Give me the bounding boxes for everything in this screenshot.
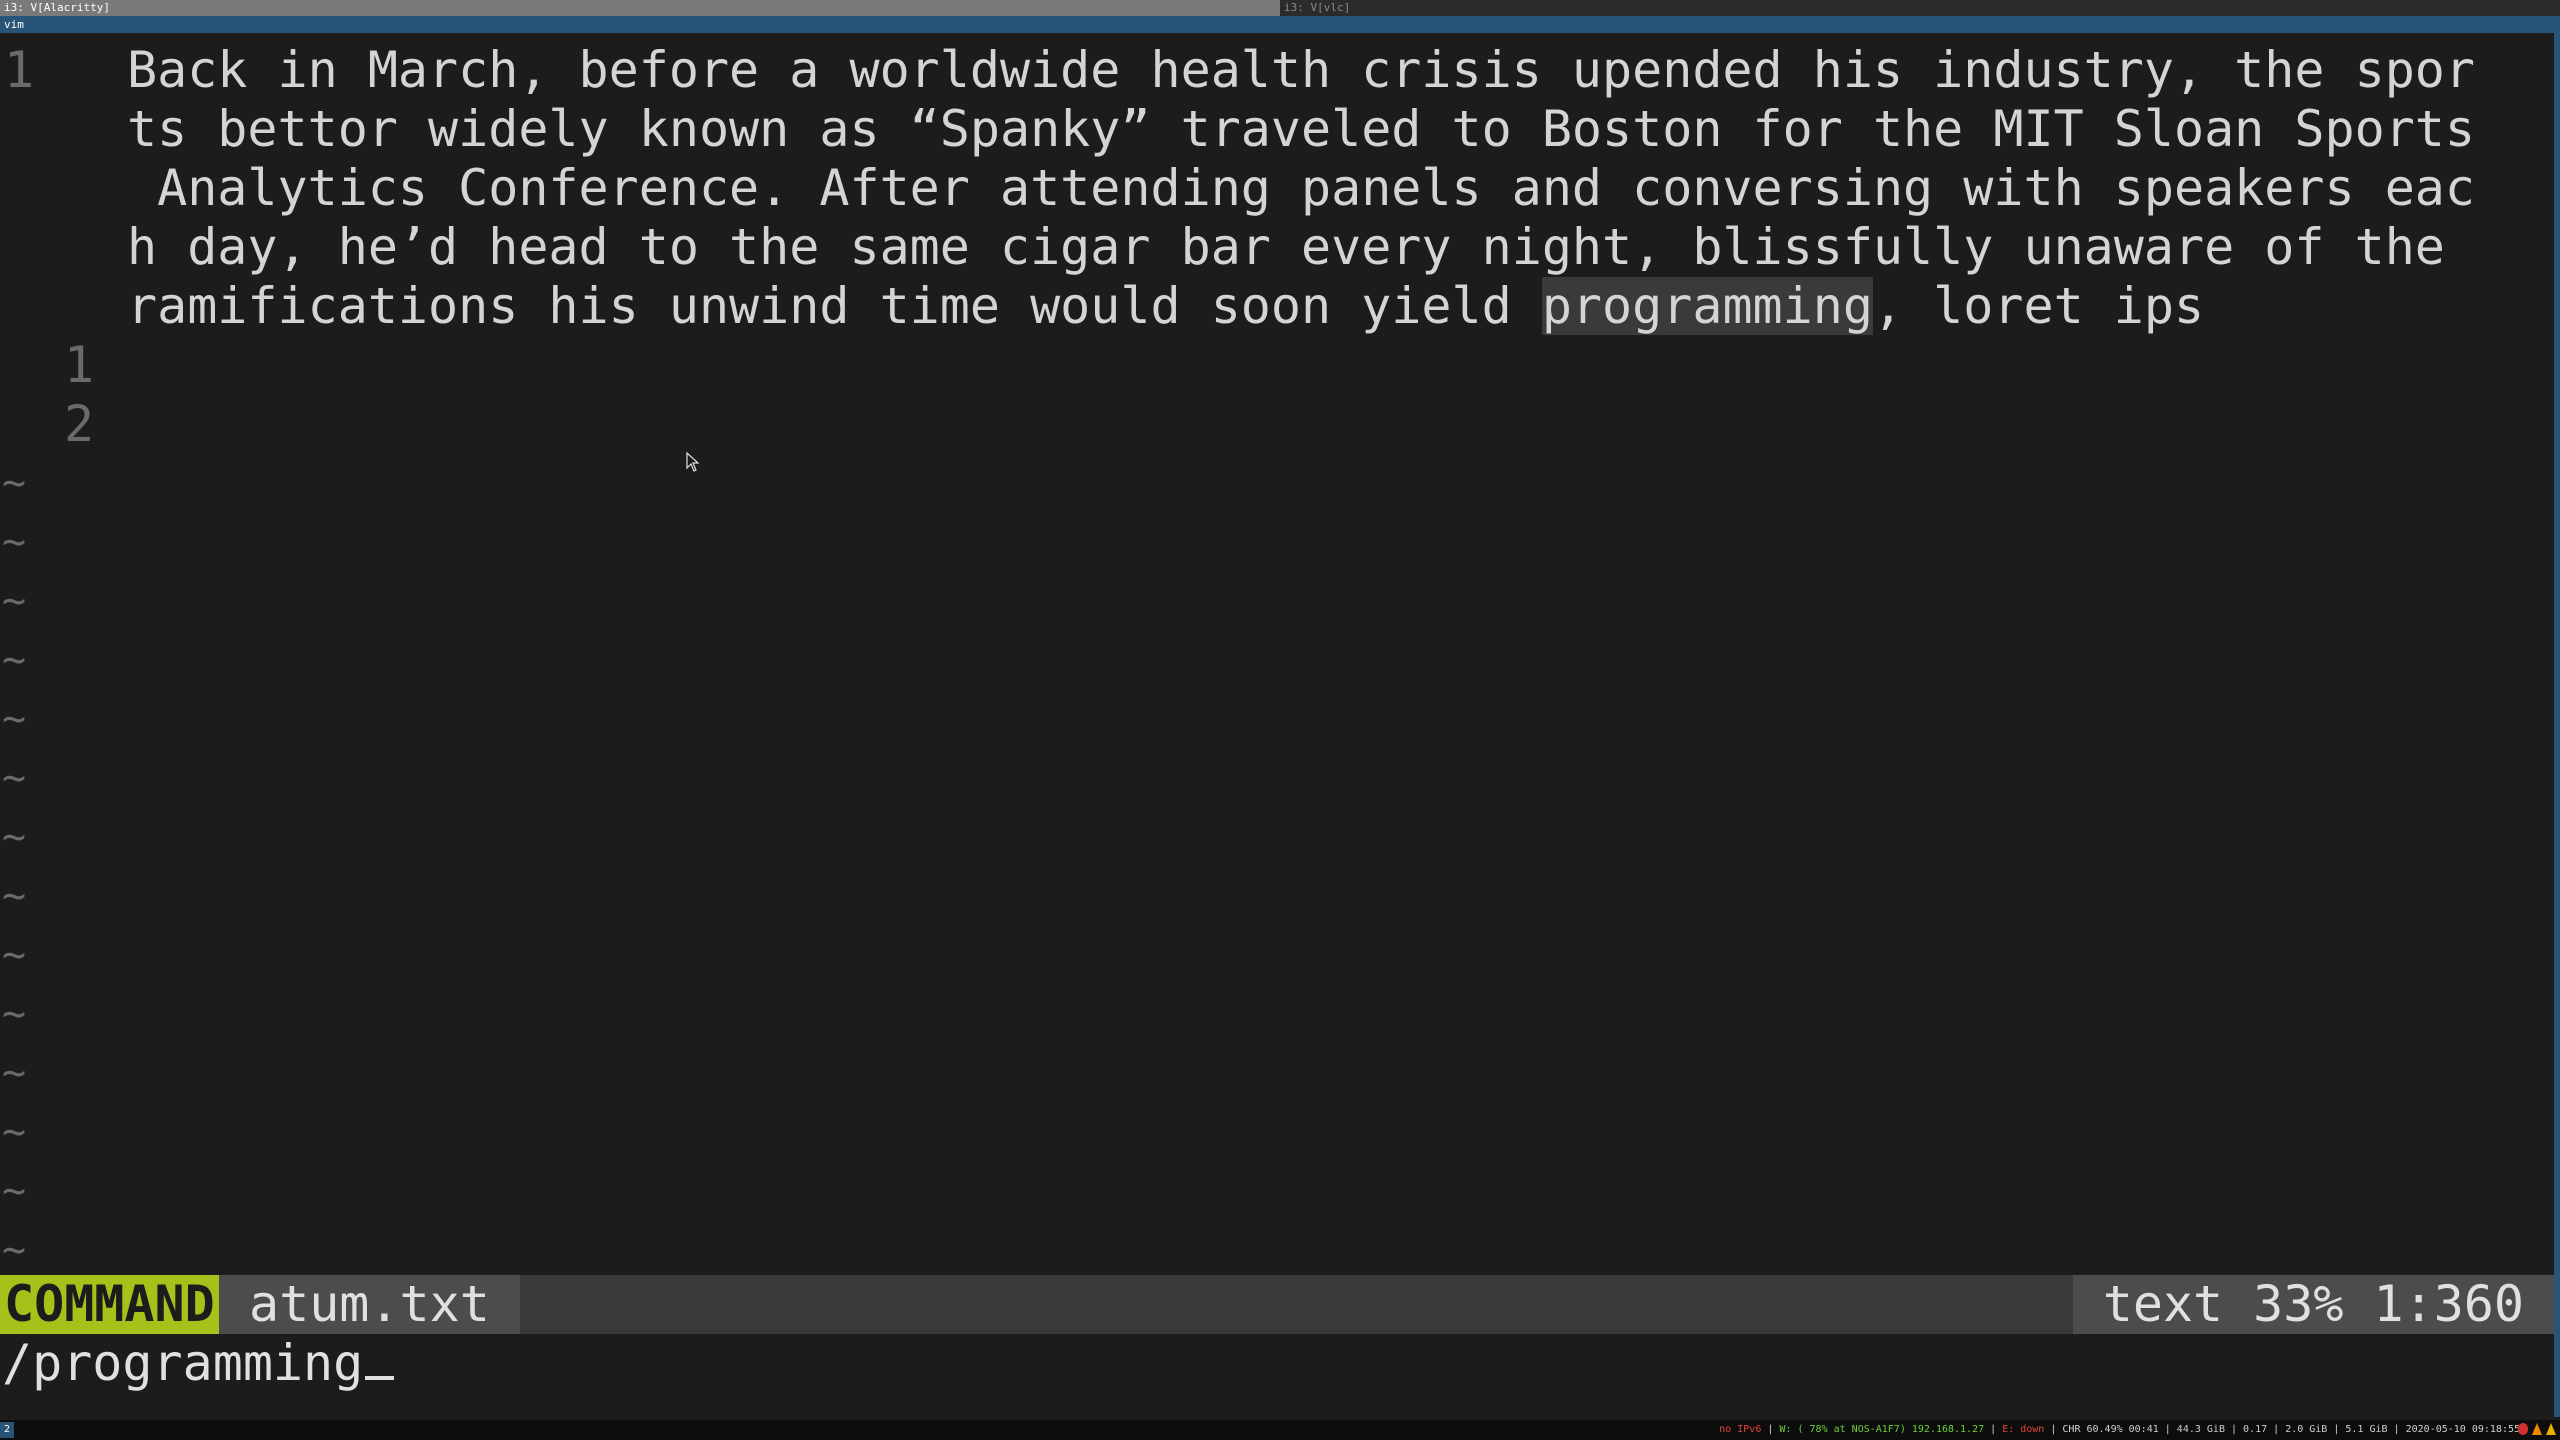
tray-warning-icon[interactable] <box>2546 1423 2556 1435</box>
text-line: ts bettor widely known as “Spanky” trave… <box>127 100 2475 158</box>
relative-line-number: 1 <box>64 336 95 394</box>
battery-status: CHR 60.49% 00:41 <box>2062 1424 2159 1435</box>
memory-status: 2.0 GiB | 5.1 GiB <box>2285 1424 2388 1435</box>
disk-status: 44.3 GiB <box>2176 1424 2225 1435</box>
empty-line-marker: ~ <box>2 814 27 860</box>
workspace-button[interactable]: 2 <box>0 1422 14 1438</box>
datetime: 2020-05-10 09:18:55 <box>2405 1424 2520 1435</box>
cursor-position: 1:360 <box>2373 1275 2524 1333</box>
window-tab-bar: i3: V[Alacritty] i3: V[vlc] <box>0 0 2560 16</box>
text-line: Analytics Conference. After attending pa… <box>127 159 2475 217</box>
relative-line-number: 2 <box>64 395 95 453</box>
empty-line-marker: ~ <box>2 932 27 978</box>
empty-line-marker: ~ <box>2 1227 27 1273</box>
load-status: 0.17 <box>2243 1424 2268 1435</box>
empty-line-marker: ~ <box>2 696 27 742</box>
line-number-current: 1 <box>4 41 35 99</box>
mouse-pointer-icon <box>686 452 700 472</box>
text-line: ramifications his unwind time would soon… <box>127 277 1542 335</box>
statusline: COMMAND atum.txt text 33% 1:360 <box>0 1275 2554 1334</box>
window-title: vim <box>0 16 2560 33</box>
status-items: no IPv6 | W: ( 78% at NOS-A1F7) 192.168.… <box>1719 1424 2520 1435</box>
scroll-percent: 33% <box>2253 1275 2344 1333</box>
filetype: text <box>2102 1275 2224 1333</box>
empty-line-marker: ~ <box>2 460 27 506</box>
empty-line-marker: ~ <box>2 519 27 565</box>
search-command[interactable]: /programming <box>2 1334 363 1392</box>
command-line[interactable]: /programming <box>0 1334 2554 1393</box>
text-line: Back in March, before a worldwide health… <box>127 41 2475 99</box>
i3-status-bar: 2 no IPv6 | W: ( 78% at NOS-A1F7) 192.16… <box>0 1420 2560 1440</box>
tray-red-icon[interactable] <box>2518 1423 2528 1435</box>
empty-line-marker: ~ <box>2 1109 27 1155</box>
wifi-status: W: ( 78% at NOS-A1F7) 192.168.1.27 <box>1779 1424 1985 1435</box>
ipv6-status: no IPv6 <box>1719 1424 1762 1435</box>
editor-area[interactable]: 1 Back in March, before a worldwide heal… <box>0 33 2554 1273</box>
file-name: atum.txt <box>219 1275 520 1334</box>
empty-line-marker: ~ <box>2 1050 27 1096</box>
empty-line-marker: ~ <box>2 755 27 801</box>
text-line: h day, he’d head to the same cigar bar e… <box>127 218 2445 276</box>
empty-line-marker: ~ <box>2 1168 27 1214</box>
window-border <box>2554 33 2560 1417</box>
empty-line-marker: ~ <box>2 873 27 919</box>
system-tray <box>2518 1423 2556 1435</box>
empty-line-marker: ~ <box>2 637 27 683</box>
text-line-tail: , loret ips <box>1872 277 2205 335</box>
empty-line-marker: ~ <box>2 578 27 624</box>
ethernet-status: E: down <box>2002 1424 2045 1435</box>
statusline-right: text 33% 1:360 <box>2072 1275 2554 1334</box>
tray-vlc-icon[interactable] <box>2532 1423 2542 1435</box>
empty-line-marker: ~ <box>2 991 27 1037</box>
mode-indicator: COMMAND <box>0 1275 219 1334</box>
tab-vlc[interactable]: i3: V[vlc] <box>1280 0 2560 16</box>
search-match-highlight: programming <box>1541 277 1873 335</box>
text-cursor <box>365 1376 395 1380</box>
buffer-text[interactable]: Back in March, before a worldwide health… <box>127 41 2547 336</box>
tab-alacritty[interactable]: i3: V[Alacritty] <box>0 0 1280 16</box>
